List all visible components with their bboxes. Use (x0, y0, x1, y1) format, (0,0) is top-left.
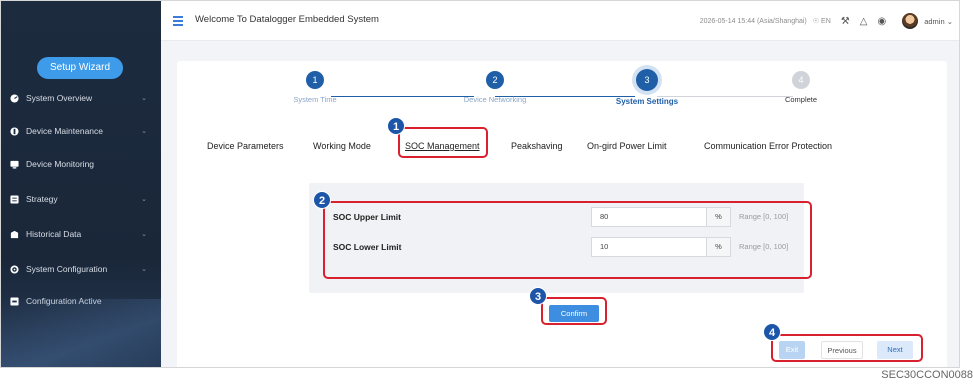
strategy-icon (9, 194, 19, 204)
step-number: 1 (306, 71, 324, 89)
sidebar-item-device-maintenance[interactable]: Device Maintenance ⌄ (1, 118, 161, 144)
callout-badge: 4 (763, 323, 781, 341)
datetime-label: 2026-05-14 15:44 (Asia/Shanghai) (699, 17, 807, 25)
history-icon (9, 229, 19, 239)
step-label: Complete (784, 95, 818, 104)
callout-badge: 1 (387, 117, 405, 135)
highlight-box (541, 297, 607, 325)
chevron-down-icon: ⌄ (141, 266, 147, 273)
tab-peakshaving[interactable]: Peakshaving (511, 141, 563, 151)
sidebar-decoration (1, 299, 161, 367)
sidebar: Setup Wizard System Overview ⌄ Device Ma… (1, 1, 161, 367)
tab-device-parameters[interactable]: Device Parameters (207, 141, 284, 151)
step-system-settings: 3 System Settings (605, 69, 689, 106)
monitor-icon (9, 159, 19, 169)
tools-icon[interactable]: ⚒ (841, 16, 850, 27)
sidebar-item-device-monitoring[interactable]: Device Monitoring (1, 151, 161, 177)
wrench-icon (9, 126, 19, 136)
step-number: 3 (636, 69, 658, 91)
chevron-down-icon: ⌄ (141, 95, 147, 102)
step-number: 2 (486, 71, 504, 89)
chevron-down-icon: ⌄ (141, 196, 147, 203)
tab-communication-error-protection[interactable]: Communication Error Protection (704, 141, 832, 151)
page-title: Welcome To Datalogger Embedded System (195, 14, 379, 25)
sidebar-item-system-configuration[interactable]: System Configuration ⌄ (1, 256, 161, 282)
step-complete: 4 Complete (771, 71, 831, 104)
step-number: 4 (792, 71, 810, 89)
sidebar-item-system-overview[interactable]: System Overview ⌄ (1, 85, 161, 111)
step-label: Device Networking (463, 95, 527, 104)
user-name: admin (924, 16, 945, 26)
sidebar-item-label: Device Monitoring (26, 159, 95, 169)
step-label: System Time (293, 95, 337, 104)
chevron-down-icon: ⌄ (141, 128, 147, 135)
settings-icon (9, 264, 19, 274)
highlight-box (398, 127, 488, 158)
settings-tabs: Device Parameters Working Mode SOC Manag… (161, 141, 959, 161)
sidebar-item-label: Device Maintenance (26, 126, 104, 136)
step-connector (331, 96, 474, 97)
menu-icon[interactable] (173, 16, 183, 26)
sidebar-item-strategy[interactable]: Strategy ⌄ (1, 186, 161, 212)
tab-working-mode[interactable]: Working Mode (313, 141, 371, 151)
step-label: System Settings (615, 97, 679, 106)
setup-wizard-button[interactable]: Setup Wizard (37, 57, 123, 79)
avatar[interactable] (902, 13, 919, 29)
app-window: Setup Wizard System Overview ⌄ Device Ma… (0, 0, 960, 368)
callout-badge: 2 (313, 191, 331, 209)
highlight-box (323, 201, 812, 279)
figure-code: SEC30CCON0088 (881, 369, 973, 381)
dashboard-icon (9, 93, 19, 103)
step-device-networking: 2 Device Networking (455, 71, 535, 104)
top-header: Welcome To Datalogger Embedded System 20… (161, 1, 959, 41)
tab-on-grid-power-limit[interactable]: On-gird Power Limit (587, 141, 667, 151)
highlight-box (771, 334, 923, 362)
chevron-down-icon: ⌄ (141, 231, 147, 238)
callout-badge: 3 (529, 287, 547, 305)
language-label[interactable]: EN (821, 18, 831, 25)
sidebar-item-label: System Configuration (26, 264, 108, 274)
step-system-time: 1 System Time (285, 71, 345, 104)
sidebar-item-label: Strategy (26, 194, 58, 204)
bell-icon[interactable]: △ (860, 16, 868, 27)
power-icon[interactable]: ◉ (877, 16, 886, 27)
user-menu[interactable]: admin ⌄ (924, 17, 953, 26)
globe-icon[interactable]: ☉ (813, 17, 819, 25)
sidebar-item-label: System Overview (26, 93, 93, 103)
sidebar-item-label: Historical Data (26, 229, 82, 239)
sidebar-item-historical-data[interactable]: Historical Data ⌄ (1, 221, 161, 247)
header-toolbar: 2026-05-14 15:44 (Asia/Shanghai) ☉ EN ⚒ … (700, 13, 953, 29)
